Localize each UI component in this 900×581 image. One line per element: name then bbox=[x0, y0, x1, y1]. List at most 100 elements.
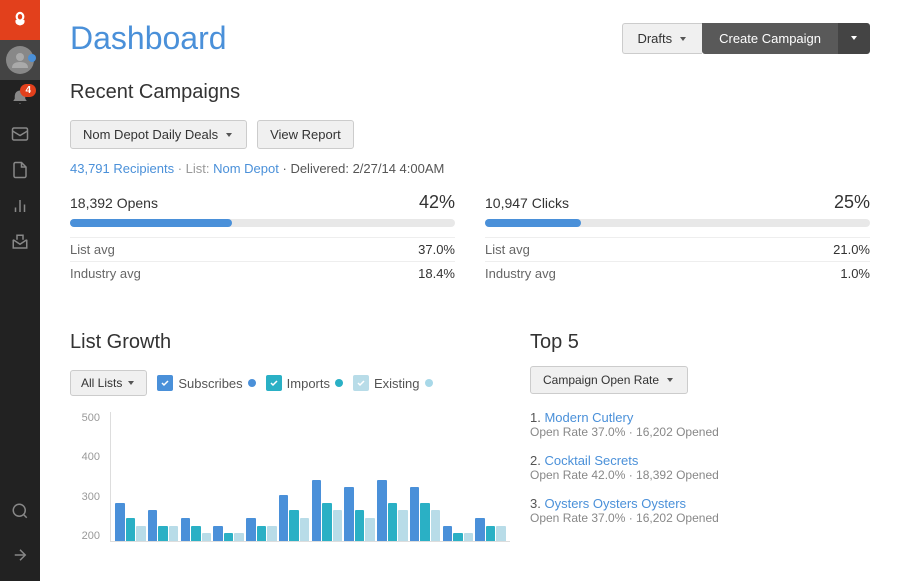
chart-bar-exi bbox=[267, 526, 277, 541]
opens-list-avg-val: 37.0% bbox=[418, 242, 455, 257]
top5-meta: Open Rate 37.0% · 16,202 Opened bbox=[530, 425, 870, 439]
top5-rank: 2. Cocktail Secrets bbox=[530, 453, 870, 468]
clicks-label: 10,947 Clicks bbox=[485, 195, 569, 211]
sidebar-icon-chart[interactable] bbox=[0, 188, 40, 224]
chart-bar-group bbox=[312, 412, 343, 541]
bottom-grid: List Growth All Lists Subscribes bbox=[70, 331, 870, 542]
chart-bar-sub bbox=[181, 518, 191, 541]
top5-title: Top 5 bbox=[530, 331, 870, 354]
chart-bar-imp bbox=[191, 526, 201, 541]
chart-bar-exi bbox=[202, 533, 212, 541]
chart-bar-group bbox=[213, 412, 244, 541]
campaign-open-rate-button[interactable]: Campaign Open Rate bbox=[530, 366, 688, 394]
chart-bar-group bbox=[115, 412, 146, 541]
clicks-bar-bg bbox=[485, 219, 870, 227]
opens-bar-bg bbox=[70, 219, 455, 227]
imports-dot bbox=[335, 379, 343, 387]
chart-bar-sub bbox=[475, 518, 485, 541]
clicks-industry-avg-row: Industry avg 1.0% bbox=[485, 261, 870, 285]
filter-imports: Imports bbox=[266, 375, 343, 391]
create-campaign-group: Create Campaign bbox=[702, 23, 870, 54]
clicks-bar-fill bbox=[485, 219, 581, 227]
chart-bar-sub bbox=[312, 480, 322, 541]
y-label-500: 500 bbox=[70, 412, 100, 424]
chart-bar-sub bbox=[279, 495, 289, 541]
chart-bar-imp bbox=[289, 510, 299, 541]
chart-bar-exi bbox=[136, 526, 146, 541]
all-lists-button[interactable]: All Lists bbox=[70, 370, 147, 396]
clicks-stat-block: 10,947 Clicks 25% List avg 21.0% Industr… bbox=[485, 192, 870, 301]
top5-name[interactable]: Modern Cutlery bbox=[544, 410, 633, 425]
header-actions: Drafts Create Campaign bbox=[622, 23, 870, 54]
chart-bar-imp bbox=[126, 518, 136, 541]
sidebar-icon-inbox[interactable] bbox=[0, 224, 40, 260]
list-growth-title: List Growth bbox=[70, 331, 510, 354]
chart-bar-group bbox=[279, 412, 310, 541]
sidebar-icon-search[interactable] bbox=[0, 493, 40, 529]
chart-bar-sub bbox=[115, 503, 125, 541]
chart-bar-sub bbox=[377, 480, 387, 541]
user-avatar-container[interactable] bbox=[0, 40, 40, 80]
create-campaign-dropdown[interactable] bbox=[838, 23, 870, 54]
chart-bar-group bbox=[181, 412, 212, 541]
chart-bar-sub bbox=[344, 487, 354, 541]
chart-bar-group bbox=[148, 412, 179, 541]
chart-bar-imp bbox=[420, 503, 430, 541]
top5-rank: 1. Modern Cutlery bbox=[530, 410, 870, 425]
sidebar-icon-document[interactable] bbox=[0, 152, 40, 188]
top5-items: 1. Modern Cutlery Open Rate 37.0% · 16,2… bbox=[530, 410, 870, 525]
imports-checkbox[interactable] bbox=[266, 375, 282, 391]
y-label-200: 200 bbox=[70, 530, 100, 542]
list-growth-section: List Growth All Lists Subscribes bbox=[70, 331, 510, 542]
chart-bar-exi bbox=[300, 518, 310, 541]
badge-count: 4 bbox=[20, 84, 36, 97]
drafts-button[interactable]: Drafts bbox=[622, 23, 702, 54]
campaign-select-button[interactable]: Nom Depot Daily Deals bbox=[70, 120, 247, 149]
chart-bar-imp bbox=[224, 533, 234, 541]
top5-item: 1. Modern Cutlery Open Rate 37.0% · 16,2… bbox=[530, 410, 870, 439]
sidebar-logo[interactable] bbox=[0, 0, 40, 40]
chart-bar-group bbox=[443, 412, 474, 541]
y-label-300: 300 bbox=[70, 491, 100, 503]
clicks-pct: 25% bbox=[834, 192, 870, 213]
clicks-industry-avg-label: Industry avg bbox=[485, 266, 556, 281]
chart-bar-imp bbox=[355, 510, 365, 541]
sidebar-icon-arrow[interactable] bbox=[0, 537, 40, 573]
chart-bar-group bbox=[344, 412, 375, 541]
filter-existing: Existing bbox=[353, 375, 433, 391]
sidebar: 4 bbox=[0, 0, 40, 581]
clicks-list-avg-label: List avg bbox=[485, 242, 530, 257]
chart-bar-sub bbox=[443, 526, 453, 541]
create-campaign-button[interactable]: Create Campaign bbox=[702, 23, 838, 54]
view-report-button[interactable]: View Report bbox=[257, 120, 354, 149]
opens-pct: 42% bbox=[419, 192, 455, 213]
notifications-badge[interactable]: 4 bbox=[0, 80, 40, 116]
top5-name[interactable]: Oysters Oysters Oysters bbox=[544, 496, 686, 511]
clicks-stat-header: 10,947 Clicks 25% bbox=[485, 192, 870, 213]
sidebar-icon-mail[interactable] bbox=[0, 116, 40, 152]
clicks-industry-avg-val: 1.0% bbox=[840, 266, 870, 281]
opens-list-avg-label: List avg bbox=[70, 242, 115, 257]
opens-bar-fill bbox=[70, 219, 232, 227]
existing-checkbox[interactable] bbox=[353, 375, 369, 391]
chart-bar-imp bbox=[257, 526, 267, 541]
chart-bar-exi bbox=[234, 533, 244, 541]
top5-meta: Open Rate 37.0% · 16,202 Opened bbox=[530, 511, 870, 525]
recipients-info: 43,791 Recipients · List: Nom Depot · De… bbox=[70, 161, 870, 176]
avatar-status-dot bbox=[28, 54, 36, 62]
opens-industry-avg-val: 18.4% bbox=[418, 266, 455, 281]
filter-subscribes: Subscribes bbox=[157, 375, 255, 391]
opens-label: 18,392 Opens bbox=[70, 195, 158, 211]
chart-bar-group bbox=[475, 412, 506, 541]
chart-bar-exi bbox=[431, 510, 441, 541]
top5-name[interactable]: Cocktail Secrets bbox=[544, 453, 638, 468]
chart-bar-imp bbox=[388, 503, 398, 541]
y-label-400: 400 bbox=[70, 451, 100, 463]
page-header: Dashboard Drafts Create Campaign bbox=[70, 20, 870, 57]
subscribes-dot bbox=[248, 379, 256, 387]
subscribes-checkbox[interactable] bbox=[157, 375, 173, 391]
top5-meta: Open Rate 42.0% · 18,392 Opened bbox=[530, 468, 870, 482]
clicks-list-avg-val: 21.0% bbox=[833, 242, 870, 257]
opens-industry-avg-label: Industry avg bbox=[70, 266, 141, 281]
filter-bar: All Lists Subscribes Imports bbox=[70, 370, 510, 396]
